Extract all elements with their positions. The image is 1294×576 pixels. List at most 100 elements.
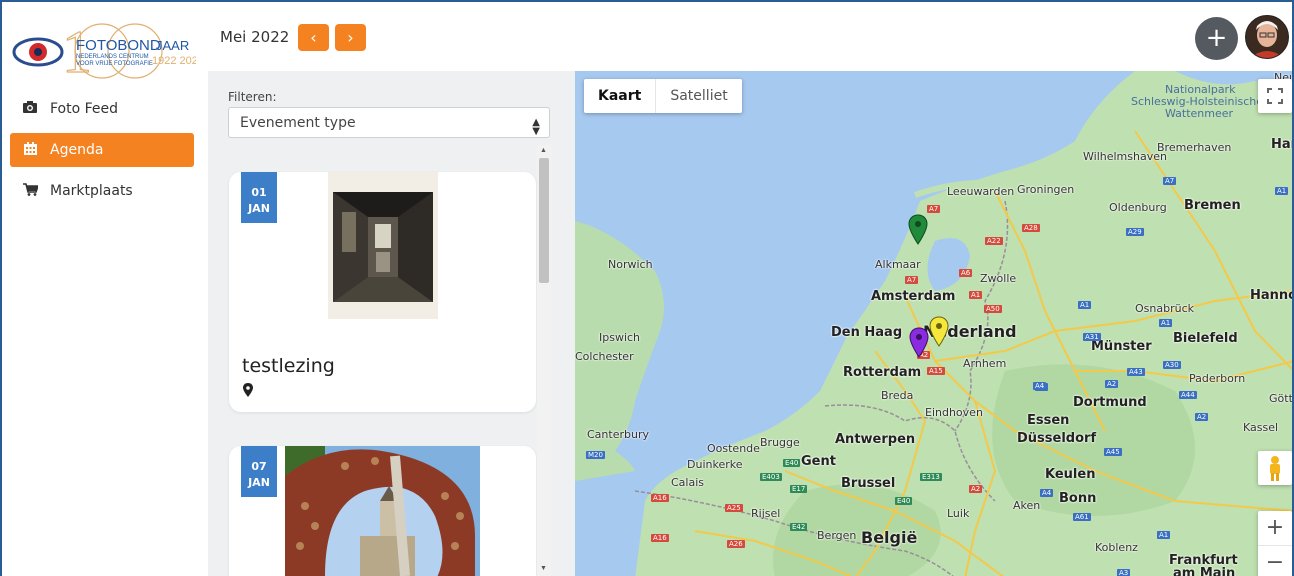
road-shield: A3 xyxy=(1117,569,1131,576)
road-shield: A50 xyxy=(984,305,1002,313)
map-label: Gent xyxy=(801,454,836,469)
road-shield: A4 xyxy=(1040,489,1054,497)
svg-text:VOOR VRIJE FOTOGRAFIE: VOOR VRIJE FOTOGRAFIE xyxy=(76,61,153,67)
road-shield: A43 xyxy=(1127,368,1145,376)
road-shield: E403 xyxy=(760,473,782,481)
map-label: Ham xyxy=(1271,137,1292,152)
road-shield: E40 xyxy=(783,459,801,467)
add-button[interactable]: + xyxy=(1195,17,1238,60)
event-card[interactable]: 07 JAN xyxy=(229,446,536,576)
app-frame: 1 FOTOBOND JAAR NEDERLANDS CENTRUM VOOR … xyxy=(0,0,1294,576)
next-month-button[interactable]: › xyxy=(335,24,366,51)
road-shield: A26 xyxy=(727,540,745,548)
street-view-pegman[interactable] xyxy=(1258,451,1292,485)
sidebar-item-label: Foto Feed xyxy=(50,101,119,117)
road-shield: A15 xyxy=(927,367,945,375)
map-type-kaart-button[interactable]: Kaart xyxy=(584,79,657,113)
map-label: Den Haag xyxy=(831,325,903,340)
events-scrollbar[interactable]: ▲ ▼ xyxy=(537,145,551,576)
sidebar-item-label: Agenda xyxy=(50,142,104,158)
map-label: Wattenmeer xyxy=(1165,107,1234,120)
fotobond-logo[interactable]: 1 FOTOBOND JAAR NEDERLANDS CENTRUM VOOR … xyxy=(10,18,204,86)
sidebar-item-agenda[interactable]: Agenda xyxy=(10,133,194,167)
prev-month-button[interactable]: ‹ xyxy=(298,24,329,51)
map-label: Luik xyxy=(947,507,970,520)
sidebar-item-marktplaats[interactable]: Marktplaats xyxy=(10,174,194,208)
map-label: am Main xyxy=(1173,566,1236,576)
map-marker-purple[interactable] xyxy=(909,327,929,359)
fullscreen-icon xyxy=(1267,88,1283,104)
road-shield: E42 xyxy=(790,523,808,531)
map-type-satelliet-button[interactable]: Satelliet xyxy=(656,79,741,113)
road-shield: A7 xyxy=(1163,177,1177,185)
road-shield: E313 xyxy=(920,473,942,481)
road-shield: A2 xyxy=(1195,413,1209,421)
svg-text:NEDERLANDS CENTRUM: NEDERLANDS CENTRUM xyxy=(76,54,149,60)
map-marker-yellow[interactable] xyxy=(929,316,949,348)
sidebar-item-foto-feed[interactable]: Foto Feed xyxy=(10,92,194,126)
road-shield: A29 xyxy=(1126,228,1144,236)
map-label: Antwerpen xyxy=(835,432,916,447)
scroll-down-icon[interactable]: ▼ xyxy=(540,565,547,572)
zoom-out-button[interactable]: − xyxy=(1258,546,1292,576)
scroll-up-icon[interactable]: ▲ xyxy=(540,147,547,154)
road-shield: A7 xyxy=(927,205,941,213)
road-shield: A1 xyxy=(1159,319,1173,327)
map-label: Brussel xyxy=(841,476,896,491)
map-label: Wilhelmshaven xyxy=(1083,150,1167,163)
event-image[interactable] xyxy=(328,172,438,319)
events-map[interactable]: Nationalpark Schleswig-Holsteinische Wat… xyxy=(575,71,1294,576)
map-label: Calais xyxy=(671,476,705,489)
filter-label: Filteren: xyxy=(228,90,277,104)
avatar[interactable] xyxy=(1245,15,1289,59)
road-shield: A22 xyxy=(985,237,1003,245)
map-label: Norwich xyxy=(608,258,653,271)
map-label: Koblenz xyxy=(1095,541,1138,554)
map-label: Brugge xyxy=(760,436,800,449)
map-label: België xyxy=(861,528,918,547)
event-image[interactable] xyxy=(285,446,480,576)
event-title: testlezing xyxy=(242,355,335,377)
cart-icon xyxy=(16,182,44,200)
map-label: Aken xyxy=(1013,499,1041,512)
road-shield: E40 xyxy=(895,497,913,505)
map-label: Bonn xyxy=(1059,491,1097,506)
map-label: Duinkerke xyxy=(687,458,743,471)
event-type-select[interactable]: Evenement type ▲ ▼ xyxy=(228,107,550,138)
road-shield: A1 xyxy=(1078,301,1092,309)
map-label: Düsseldorf xyxy=(1017,431,1097,446)
zoom-in-button[interactable]: + xyxy=(1258,511,1292,546)
road-shield: A45 xyxy=(1104,448,1122,456)
road-shield: A44 xyxy=(1179,391,1197,399)
map-label: Götti xyxy=(1269,392,1294,405)
map-label: Colchester xyxy=(575,350,634,363)
zoom-control: + − xyxy=(1258,511,1292,576)
scrollbar-thumb[interactable] xyxy=(539,158,549,283)
sidebar-item-label: Marktplaats xyxy=(50,183,133,199)
map-label: Dortmund xyxy=(1073,395,1147,410)
location-pin-icon xyxy=(243,383,253,397)
calendar-icon xyxy=(16,141,44,159)
event-type-value: Evenement type xyxy=(240,115,356,131)
map-marker-green[interactable] xyxy=(908,214,928,246)
fullscreen-button[interactable] xyxy=(1258,79,1292,113)
road-shield: A2 xyxy=(969,485,983,493)
map-label: Kassel xyxy=(1243,421,1279,434)
map-label: Ipswich xyxy=(599,331,641,344)
svg-text:JAAR: JAAR xyxy=(156,38,189,53)
road-shield: A16 xyxy=(651,494,669,502)
map-label: Essen xyxy=(1027,413,1070,428)
map-label: Münster xyxy=(1091,339,1152,354)
road-shield: A61 xyxy=(1073,513,1091,521)
road-shield: A30 xyxy=(1163,361,1181,369)
map-label: Oostende xyxy=(707,442,760,455)
map-label: Groningen xyxy=(1017,183,1075,196)
map-label: Bielefeld xyxy=(1173,331,1238,346)
svg-text:1922 2022: 1922 2022 xyxy=(152,55,196,67)
road-shield: A1 xyxy=(969,291,983,299)
camera-icon xyxy=(16,101,44,117)
map-label: Breda xyxy=(881,389,914,402)
event-card[interactable]: 01 JAN testlezing xyxy=(229,172,536,412)
road-shield: A1 xyxy=(1275,187,1289,195)
map-label: Oldenburg xyxy=(1109,201,1167,214)
